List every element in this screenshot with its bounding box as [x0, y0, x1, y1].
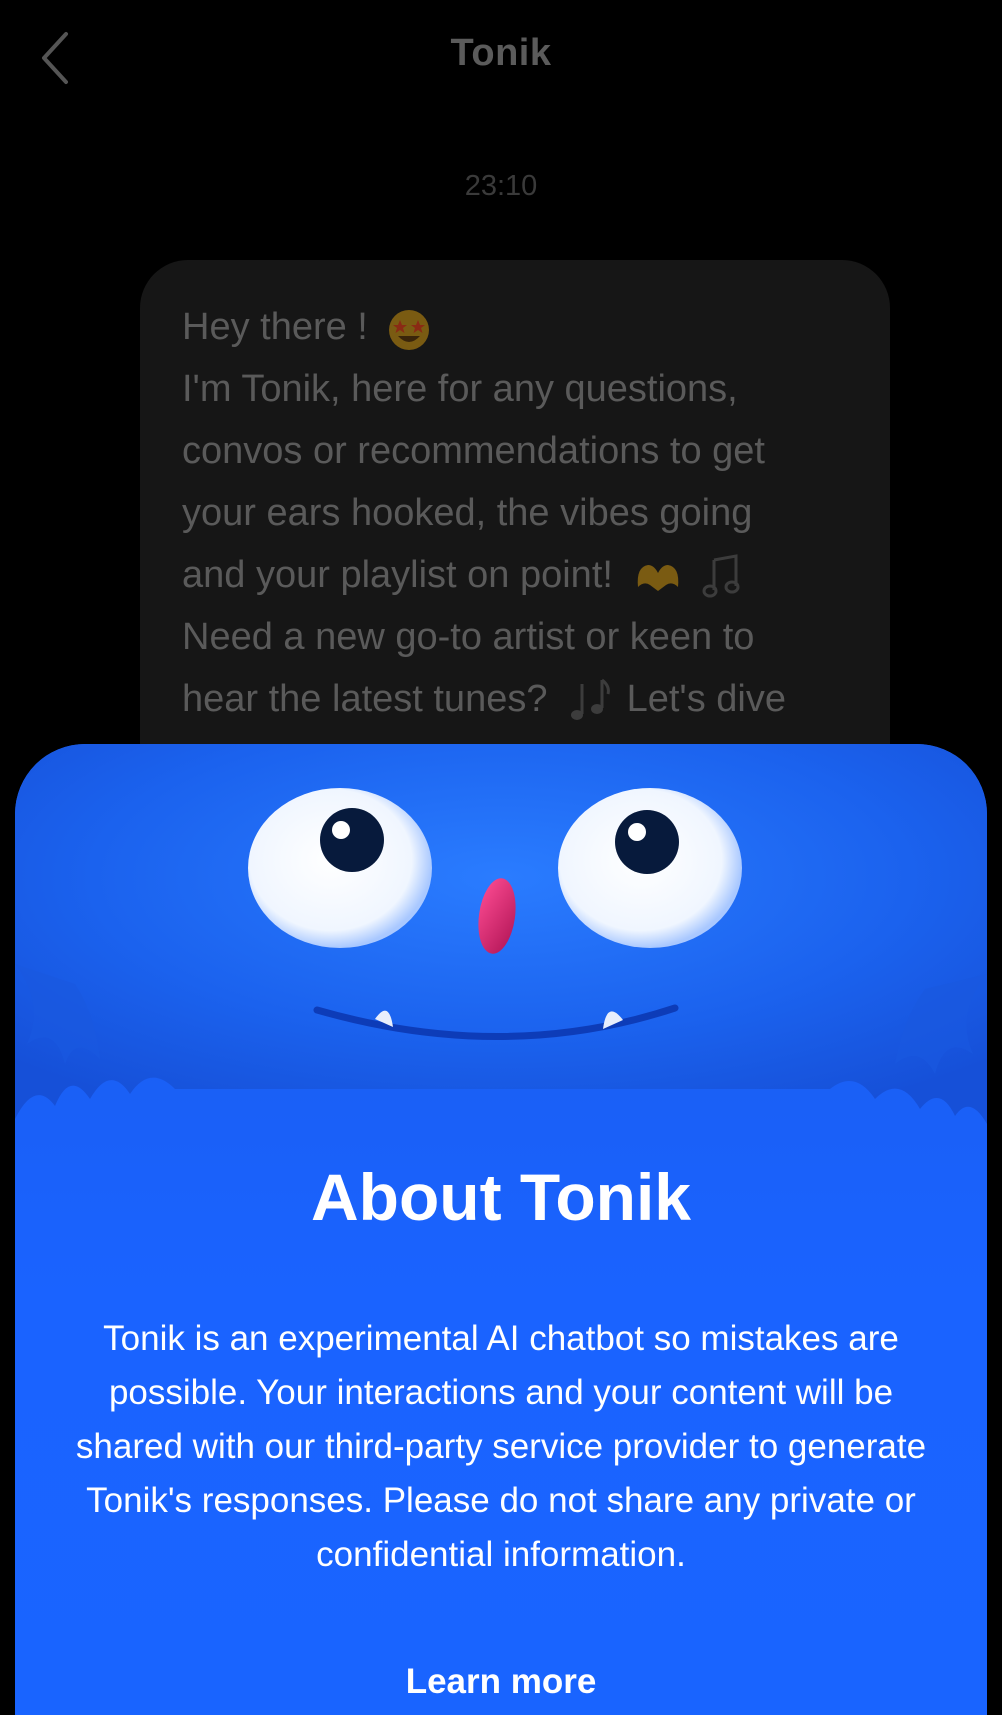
header: Tonik	[0, 0, 1002, 120]
learn-more-link[interactable]: Learn more	[15, 1662, 987, 1702]
message-text: and your playlist on point!	[182, 554, 613, 596]
sheet-description: Tonik is an experimental AI chatbot so m…	[75, 1319, 927, 1574]
message-text: Hey there !	[182, 306, 368, 348]
heart-hands-emoji-icon	[637, 564, 678, 591]
message-text: Let's dive	[626, 678, 786, 720]
message-line: Hey there !	[182, 296, 850, 358]
music-notes-emoji-icon	[571, 678, 610, 720]
message-line: and your playlist on point!	[182, 544, 850, 606]
star-struck-emoji-icon	[389, 309, 430, 350]
message-line: hear the latest tunes? Let's dive	[182, 668, 850, 730]
message-text: hear the latest tunes?	[182, 678, 548, 720]
message-line: your ears hooked, the vibes going	[182, 492, 753, 534]
about-sheet: About Tonik Tonik is an experimental AI …	[15, 744, 987, 1715]
message-timestamp: 23:10	[464, 170, 538, 202]
message-line: I'm Tonik, here for any questions,	[182, 368, 738, 410]
chat-screen: Tonik 23:10 Hey there ! I'm Tonik, here …	[0, 0, 1002, 1715]
sheet-title: About Tonik	[310, 1160, 691, 1234]
tonik-mascot-illustration	[15, 744, 987, 1124]
page-title: Tonik	[450, 32, 552, 74]
message-line: convos or recommendations to get	[182, 430, 765, 472]
message-line: Need a new go-to artist or keen to	[182, 616, 755, 658]
music-note-emoji-icon	[702, 554, 740, 598]
